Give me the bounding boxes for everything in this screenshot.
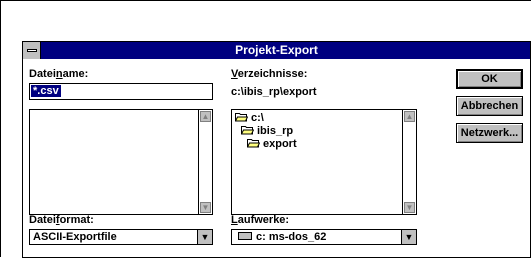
format-select[interactable]: ASCII-Exportfile ▼	[29, 229, 213, 245]
window-title: Projekt-Export	[235, 43, 318, 57]
scroll-up-icon[interactable]: ▲	[404, 111, 415, 122]
network-button[interactable]: Netzwerk...	[456, 123, 523, 143]
directory-tree[interactable]: c:\ ibis_rp export ▲ ▼	[231, 109, 417, 215]
tree-item-root[interactable]: c:\	[235, 112, 264, 124]
directory-scrollbar[interactable]: ▲ ▼	[402, 110, 416, 214]
dropdown-arrow-icon[interactable]: ▼	[197, 230, 212, 244]
filename-value: *.csv	[31, 85, 61, 97]
filename-input[interactable]: *.csv	[29, 83, 213, 100]
projekt-export-dialog: Projekt-Export Dateiname: *.csv ▲ ▼ Date…	[22, 41, 531, 258]
format-value: ASCII-Exportfile	[33, 231, 117, 243]
tree-item-export[interactable]: export	[247, 138, 297, 150]
directories-label: Verzeichnisse:	[231, 68, 308, 80]
drives-select[interactable]: c: ms-dos_62 ▼	[231, 229, 417, 245]
drives-label: Laufwerke:	[231, 214, 290, 226]
tree-item-ibis-rp[interactable]: ibis_rp	[241, 125, 293, 137]
drives-value: c: ms-dos_62	[256, 231, 327, 243]
dropdown-arrow-icon[interactable]: ▼	[401, 230, 416, 244]
system-menu-button[interactable]	[23, 42, 41, 59]
system-menu-icon	[27, 49, 37, 52]
file-list-scrollbar[interactable]: ▲ ▼	[198, 110, 212, 214]
current-path: c:\ibis_rp\export	[231, 86, 317, 98]
drive-icon	[238, 232, 252, 240]
file-list[interactable]: ▲ ▼	[29, 109, 213, 215]
open-folder-icon	[241, 126, 254, 135]
scroll-up-icon[interactable]: ▲	[200, 111, 211, 122]
cancel-button[interactable]: Abbrechen	[456, 96, 523, 116]
title-bar[interactable]: Projekt-Export	[23, 42, 530, 59]
open-folder-icon	[247, 139, 260, 148]
open-folder-icon	[235, 113, 248, 122]
ok-button[interactable]: OK	[456, 69, 523, 89]
scroll-down-icon[interactable]: ▼	[404, 202, 415, 213]
filename-label: Dateiname:	[29, 68, 89, 80]
scroll-down-icon[interactable]: ▼	[200, 202, 211, 213]
format-label: Dateiformat:	[29, 214, 94, 226]
